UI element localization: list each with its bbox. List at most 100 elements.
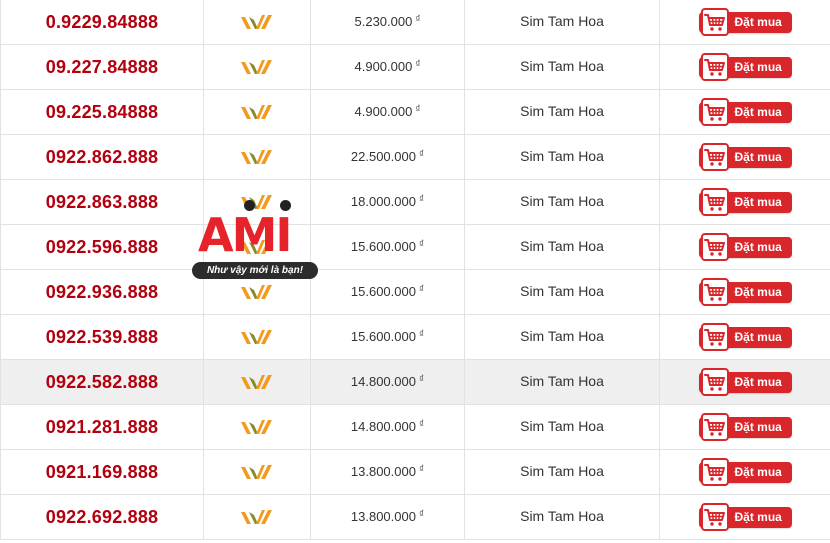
price-value: 4.900.000	[354, 59, 413, 74]
sim-number-cell: 0922.863.888	[0, 179, 204, 225]
buy-cell: Đặt mua	[659, 0, 830, 45]
viettel-logo-icon	[241, 374, 272, 389]
buy-button-label: Đặt mua	[734, 375, 782, 389]
price-value: 14.800.000	[350, 374, 416, 389]
network-cell	[203, 269, 311, 315]
viettel-logo-icon	[241, 419, 272, 434]
table-row: 09.227.84888 4.900.000 ₫ Sim Tam Hoa Đặt…	[0, 44, 830, 90]
sim-type-cell: Sim Tam Hoa	[464, 314, 660, 360]
currency-symbol: ₫	[418, 509, 425, 520]
table-row: 0922.692.888 13.800.000 ₫ Sim Tam Hoa Đặ…	[0, 494, 830, 540]
table-row: 0921.281.888 14.800.000 ₫ Sim Tam Hoa Đặ…	[0, 404, 830, 450]
sim-number-cell: 0921.281.888	[0, 404, 204, 450]
sim-type-cell: Sim Tam Hoa	[464, 269, 660, 315]
shopping-cart-icon	[700, 457, 729, 486]
currency-symbol: ₫	[418, 374, 425, 385]
price-value: 18.000.000	[350, 194, 416, 209]
sim-type-label: Sim Tam Hoa	[520, 418, 604, 434]
buy-button[interactable]: Đặt mua	[698, 7, 792, 36]
table-row: 09.225.84888 4.900.000 ₫ Sim Tam Hoa Đặt…	[0, 89, 830, 135]
shopping-cart-icon	[700, 97, 729, 126]
buy-button-label: Đặt mua	[734, 420, 782, 434]
sim-number-link[interactable]: 0922.863.888	[46, 192, 159, 212]
price-cell: 14.800.000 ₫	[310, 359, 465, 405]
sim-type-cell: Sim Tam Hoa	[464, 224, 660, 270]
buy-button[interactable]: Đặt mua	[698, 187, 792, 216]
buy-cell: Đặt mua	[659, 269, 830, 315]
buy-button[interactable]: Đặt mua	[698, 52, 792, 81]
buy-button[interactable]: Đặt mua	[698, 502, 792, 531]
currency-symbol: ₫	[418, 284, 425, 295]
table-row: 0922.582.888 14.800.000 ₫ Sim Tam Hoa Đặ…	[0, 359, 830, 405]
price-cell: 22.500.000 ₫	[310, 134, 465, 180]
buy-cell: Đặt mua	[659, 89, 830, 135]
sim-number-cell: 0922.582.888	[0, 359, 204, 405]
sim-type-cell: Sim Tam Hoa	[464, 0, 660, 45]
buy-cell: Đặt mua	[659, 314, 830, 360]
buy-button[interactable]: Đặt mua	[698, 97, 792, 126]
sim-type-label: Sim Tam Hoa	[520, 463, 604, 479]
sim-type-label: Sim Tam Hoa	[520, 193, 604, 209]
table-row: 0921.169.888 13.800.000 ₫ Sim Tam Hoa Đặ…	[0, 449, 830, 495]
buy-cell: Đặt mua	[659, 404, 830, 450]
buy-button-label: Đặt mua	[734, 105, 782, 119]
sim-number-link[interactable]: 0922.582.888	[46, 372, 159, 392]
sim-number-link[interactable]: 0922.936.888	[46, 282, 159, 302]
sim-number-link[interactable]: 0922.862.888	[46, 147, 159, 167]
sim-number-link[interactable]: 09.227.84888	[46, 57, 159, 77]
shopping-cart-icon	[700, 232, 729, 261]
sim-type-cell: Sim Tam Hoa	[464, 449, 660, 495]
sim-type-cell: Sim Tam Hoa	[464, 404, 660, 450]
buy-button-label: Đặt mua	[734, 15, 782, 29]
price-value: 14.800.000	[350, 419, 416, 434]
buy-button[interactable]: Đặt mua	[698, 457, 792, 486]
table-row: 0922.863.888 18.000.000 ₫ Sim Tam Hoa Đặ…	[0, 179, 830, 225]
buy-cell: Đặt mua	[659, 134, 830, 180]
sim-type-cell: Sim Tam Hoa	[464, 89, 660, 135]
sim-number-cell: 0921.169.888	[0, 449, 204, 495]
sim-number-link[interactable]: 09.225.84888	[46, 102, 159, 122]
buy-button-label: Đặt mua	[734, 60, 782, 74]
sim-listing-table: 0.9229.84888 5.230.000 ₫ Sim Tam Hoa Đặt…	[0, 0, 830, 540]
network-cell	[203, 449, 311, 495]
buy-button[interactable]: Đặt mua	[698, 322, 792, 351]
sim-number-link[interactable]: 0921.281.888	[46, 417, 159, 437]
buy-button[interactable]: Đặt mua	[698, 412, 792, 441]
sim-number-link[interactable]: 0922.692.888	[46, 507, 159, 527]
price-cell: 18.000.000 ₫	[310, 179, 465, 225]
table-row: 0922.862.888 22.500.000 ₫ Sim Tam Hoa Đặ…	[0, 134, 830, 180]
sim-number-link[interactable]: 0922.596.888	[46, 237, 159, 257]
buy-button[interactable]: Đặt mua	[698, 232, 792, 261]
currency-symbol: ₫	[418, 464, 425, 475]
shopping-cart-icon	[700, 187, 729, 216]
sim-number-cell: 09.225.84888	[0, 89, 204, 135]
sim-type-cell: Sim Tam Hoa	[464, 494, 660, 540]
buy-cell: Đặt mua	[659, 44, 830, 90]
sim-number-link[interactable]: 0922.539.888	[46, 327, 159, 347]
sim-type-cell: Sim Tam Hoa	[464, 134, 660, 180]
network-cell	[203, 44, 311, 90]
shopping-cart-icon	[700, 7, 729, 36]
currency-symbol: ₫	[418, 329, 425, 340]
network-cell	[203, 359, 311, 405]
price-value: 15.600.000	[350, 239, 416, 254]
currency-symbol: ₫	[415, 59, 421, 70]
price-cell: 15.600.000 ₫	[310, 269, 465, 315]
sim-number-link[interactable]: 0.9229.84888	[46, 12, 159, 32]
buy-button-label: Đặt mua	[734, 150, 782, 164]
price-value: 22.500.000	[350, 149, 416, 164]
sim-number-link[interactable]: 0921.169.888	[46, 462, 159, 482]
sim-type-label: Sim Tam Hoa	[520, 238, 604, 254]
price-cell: 5.230.000 ₫	[310, 0, 465, 45]
sim-type-label: Sim Tam Hoa	[520, 373, 604, 389]
buy-button[interactable]: Đặt mua	[698, 277, 792, 306]
price-value: 13.800.000	[350, 464, 416, 479]
buy-button[interactable]: Đặt mua	[698, 367, 792, 396]
buy-button[interactable]: Đặt mua	[698, 142, 792, 171]
shopping-cart-icon	[700, 367, 729, 396]
price-value: 15.600.000	[350, 284, 416, 299]
viettel-logo-icon	[241, 104, 272, 119]
network-cell	[203, 494, 311, 540]
shopping-cart-icon	[700, 502, 729, 531]
currency-symbol: ₫	[415, 104, 421, 115]
